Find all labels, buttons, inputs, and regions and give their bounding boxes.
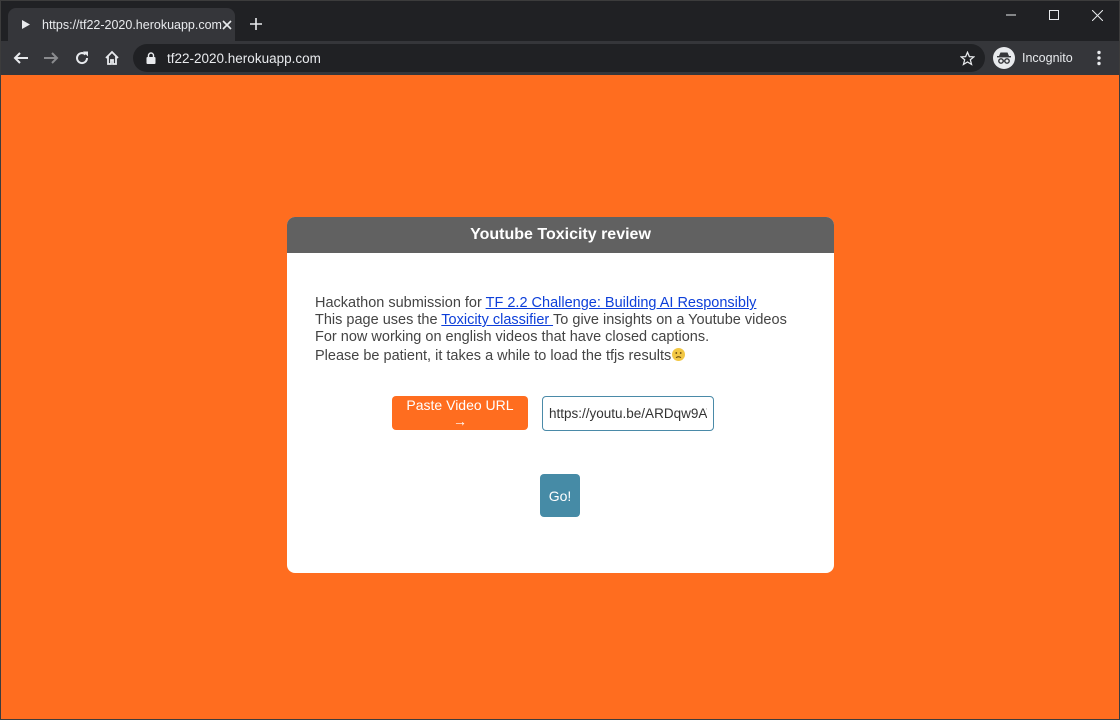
description-line-2: This page uses the Toxicity classifier T… <box>315 312 815 329</box>
incognito-label: Incognito <box>1022 51 1073 65</box>
line2-text: This page uses the <box>315 312 442 328</box>
forward-icon[interactable] <box>38 45 64 71</box>
address-bar[interactable]: tf22-2020.herokuapp.com <box>133 44 985 72</box>
challenge-link[interactable]: TF 2.2 Challenge: Building AI Responsibl… <box>486 295 757 311</box>
browser-toolbar: tf22-2020.herokuapp.com Incognito <box>0 41 1120 75</box>
lock-icon <box>144 51 158 65</box>
minimize-icon[interactable] <box>988 0 1033 30</box>
maximize-icon[interactable] <box>1031 0 1076 30</box>
close-tab-icon[interactable] <box>222 17 232 33</box>
line1-text: Hackathon submission for <box>315 295 486 311</box>
description-line-4: Please be patient, it takes a while to l… <box>315 348 815 365</box>
browser-tab[interactable]: https://tf22-2020.herokuapp.com <box>8 8 235 41</box>
back-icon[interactable] <box>8 45 34 71</box>
line4-text: Please be patient, it takes a while to l… <box>315 348 672 364</box>
page-viewport: Youtube Toxicity review Hackathon submis… <box>0 75 1120 720</box>
close-window-icon[interactable] <box>1075 0 1120 30</box>
review-card: Youtube Toxicity review Hackathon submis… <box>287 217 834 573</box>
toxicity-classifier-link[interactable]: Toxicity classifier <box>441 312 553 328</box>
slightly-frowning-emoji-icon <box>672 348 686 361</box>
play-favicon-icon <box>22 19 30 31</box>
incognito-profile-button[interactable]: Incognito <box>993 45 1073 71</box>
new-tab-icon[interactable] <box>246 14 266 34</box>
menu-icon[interactable] <box>1088 45 1110 71</box>
video-url-input[interactable] <box>542 396 714 431</box>
tab-title: https://tf22-2020.herokuapp.com <box>42 17 222 32</box>
home-icon[interactable] <box>99 45 125 71</box>
description-line-1: Hackathon submission for TF 2.2 Challeng… <box>315 295 815 312</box>
card-title: Youtube Toxicity review <box>287 217 834 253</box>
description-line-3: For now working on english videos that h… <box>315 329 710 345</box>
go-button[interactable]: Go! <box>540 474 580 517</box>
description: Hackathon submission for TF 2.2 Challeng… <box>315 295 815 365</box>
incognito-icon <box>993 47 1015 69</box>
paste-video-url-button[interactable]: Paste Video URL → <box>392 396 528 430</box>
tab-strip: https://tf22-2020.herokuapp.com <box>0 0 1120 41</box>
line2-suffix: To give insights on a Youtube videos <box>553 312 787 328</box>
address-url: tf22-2020.herokuapp.com <box>167 50 321 66</box>
star-icon[interactable] <box>958 49 976 67</box>
reload-icon[interactable] <box>69 45 95 71</box>
